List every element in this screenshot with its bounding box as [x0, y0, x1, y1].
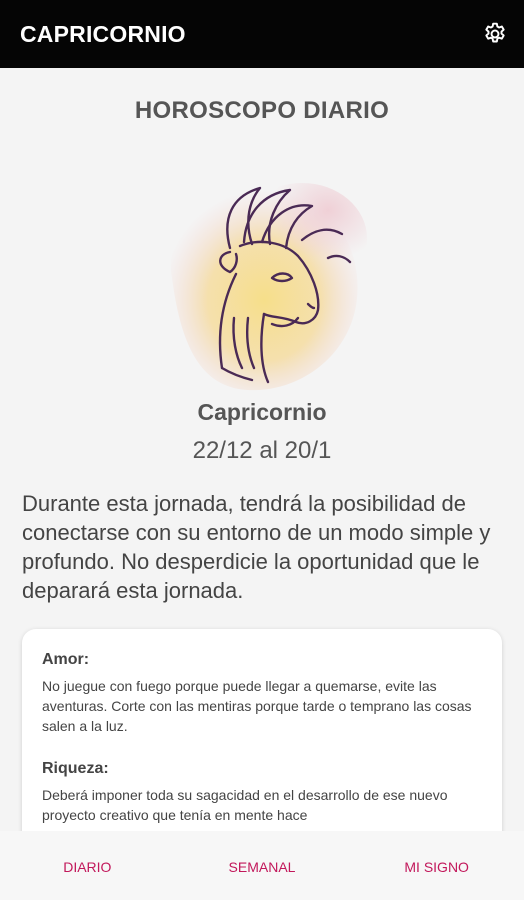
daily-horoscope-content[interactable]: HOROSCOPO DIARIO Capricornio 22/12 al 20… [0, 68, 524, 831]
app-title: CAPRICORNIO [20, 20, 186, 47]
nav-daily[interactable]: DIARIO [0, 857, 175, 875]
sign-name: Capricornio [197, 399, 327, 425]
app-bar: CAPRICORNIO [0, 0, 524, 68]
love-heading: Amor: [42, 651, 90, 668]
love-text: No juegue con fuego porque puede llegar … [42, 678, 472, 734]
nav-weekly[interactable]: SEMANAL [175, 857, 350, 875]
wealth-text: Deberá imponer toda su sagacidad en el d… [42, 787, 448, 823]
capricorn-sign-image [170, 183, 367, 391]
nav-my-sign[interactable]: MI SIGNO [349, 857, 524, 875]
wealth-section: Riqueza: Deberá imponer toda su sagacida… [42, 760, 482, 825]
horoscope-details-card: Amor: No juegue con fuego porque puede l… [22, 629, 502, 831]
love-section: Amor: No juegue con fuego porque puede l… [42, 651, 482, 736]
daily-horoscope-text: Durante esta jornada, tendrá la posibili… [22, 491, 491, 603]
gear-icon [485, 22, 505, 43]
settings-button[interactable] [480, 19, 510, 49]
bottom-navigation: DIARIO SEMANAL MI SIGNO [0, 831, 524, 900]
sign-dates: 22/12 al 20/1 [192, 437, 332, 464]
section-title: HOROSCOPO DIARIO [134, 97, 390, 124]
wealth-heading: Riqueza: [42, 760, 109, 777]
